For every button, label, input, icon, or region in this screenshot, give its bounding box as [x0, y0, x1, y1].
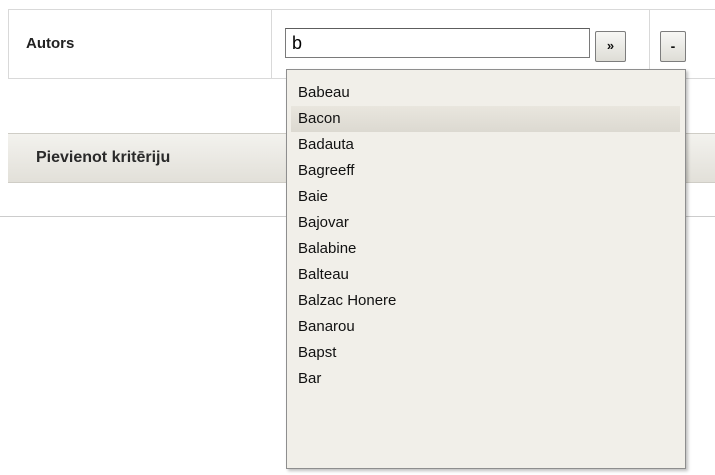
- suggestion-item[interactable]: Bagreeff: [287, 158, 685, 184]
- cell-divider: [271, 10, 272, 78]
- suggestion-item[interactable]: Banarou: [287, 314, 685, 340]
- suggestion-item[interactable]: Balabine: [287, 236, 685, 262]
- suggestion-item[interactable]: Balzac Honere: [287, 288, 685, 314]
- suggestion-item[interactable]: Babeau: [287, 80, 685, 106]
- suggestion-item[interactable]: Bar: [287, 366, 685, 392]
- suggestion-item-highlighted[interactable]: Bacon: [291, 106, 680, 132]
- suggestion-item[interactable]: Badauta: [287, 132, 685, 158]
- search-button[interactable]: »: [595, 31, 626, 62]
- author-suggestions-dropdown: Babeau Bacon Badauta Bagreeff Baie Bajov…: [286, 69, 686, 469]
- suggestion-item[interactable]: Bajovar: [287, 210, 685, 236]
- suggestion-item[interactable]: Bapst: [287, 340, 685, 366]
- suggestion-item[interactable]: Baie: [287, 184, 685, 210]
- author-input[interactable]: [285, 28, 590, 58]
- search-criteria-page: Autors » - Pievienot kritēriju Babeau Ba…: [0, 0, 715, 475]
- remove-criterion-button[interactable]: -: [660, 31, 686, 62]
- author-field-label: Autors: [26, 35, 75, 52]
- add-criterion-label: Pievienot kritēriju: [36, 149, 171, 166]
- suggestion-item[interactable]: Balteau: [287, 262, 685, 288]
- cell-divider: [649, 10, 650, 78]
